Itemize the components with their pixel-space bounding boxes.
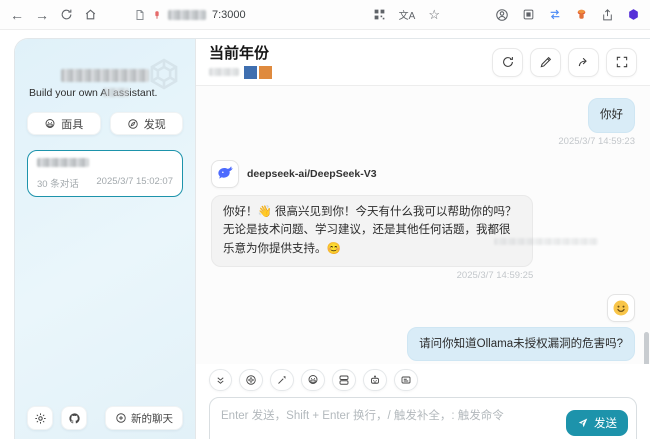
share-icon[interactable] [601,8,614,22]
chat-subtitle [209,65,272,79]
send-button-label: 发送 [594,415,617,431]
model-select-button[interactable] [363,369,387,391]
sidebar-bottom-bar: 新的聊天 [27,406,183,430]
composer-toolbar [209,369,637,391]
subtitle-orange-square [259,66,272,79]
mask-icon [44,118,56,130]
censored-url [168,10,206,20]
message-bubble[interactable]: 你好！👋 很高兴见到你！今天有什么我可以帮助你的吗？无论是技术问题、学习建议，还… [211,195,533,267]
page-icon [134,9,146,21]
chat-scrollbar-thumb[interactable] [644,332,649,364]
discover-icon [127,118,139,130]
translate-icon[interactable]: 文A [399,7,416,22]
screen: ← → 7:3000 文A ☆ [0,0,650,439]
magic-wand-icon [276,374,288,386]
theme-auto-icon [245,374,257,386]
share-arrow-icon [577,55,591,69]
deepseek-whale-icon [216,164,235,183]
smiley-emoji-icon [611,298,631,318]
prompt-button[interactable] [270,369,294,391]
masks-button[interactable] [301,369,325,391]
discover-button[interactable]: 发现 [110,112,184,135]
extension-icon[interactable] [522,8,535,21]
robot-icon [369,374,381,386]
chat-list-item-selected[interactable]: 30 条对话 2025/3/7 15:02:07 [27,150,183,197]
censored-subtitle-word [103,88,129,97]
home-icon[interactable] [84,8,97,21]
chat-item-time: 2025/3/7 15:02:07 [96,176,173,190]
message-bubble[interactable]: 请问你知道Ollama未授权漏洞的危害吗? [407,327,635,362]
refresh-icon [501,55,515,69]
message-timestamp: 2025/3/7 14:59:25 [457,270,534,281]
sidebar-subtitle: Build your own AI assistant. [29,87,183,99]
pencil-icon [539,55,553,69]
avatar [211,160,239,188]
fullscreen-button[interactable] [606,48,637,77]
new-chat-button[interactable]: 新的聊天 [105,406,183,430]
mask-icon [307,374,319,386]
message-user-2: 请问你知道Ollama未授权漏洞的危害吗? 2025/3/7 15:01:07 [211,294,635,365]
discover-button-label: 发现 [144,116,166,132]
chat-panel: 当前年份 [195,39,650,439]
shortcut-panel-icon [400,374,412,386]
rename-button[interactable] [530,48,561,77]
reload-chat-button[interactable] [492,48,523,77]
censored-app-title [61,69,149,82]
plus-circle-icon [115,412,127,424]
send-button[interactable]: 发送 [566,410,628,436]
new-chat-label: 新的聊天 [131,411,173,426]
nextchat-app: Build your own AI assistant. 面具 发现 30 条对… [14,38,650,439]
github-icon [68,412,81,425]
chat-header-actions [492,48,637,77]
profile-icon[interactable] [495,8,509,22]
chat-item-count: 30 条对话 [37,176,79,190]
mask-button-label: 面具 [61,116,83,132]
paper-plane-icon [577,417,589,429]
chat-title[interactable]: 当前年份 [209,45,272,63]
theme-button[interactable] [239,369,263,391]
message-bubble[interactable]: 你好 [588,98,635,133]
scroll-to-bottom-button[interactable] [209,369,232,391]
message-timestamp: 2025/3/7 14:59:23 [558,136,635,147]
sidebar: Build your own AI assistant. 面具 发现 30 条对… [15,39,195,439]
chevron-double-down-icon [215,375,226,386]
model-name: deepseek-ai/DeepSeek-V3 [247,168,377,180]
context-break-icon [338,374,350,386]
bookmark-star-icon[interactable]: ☆ [428,7,440,23]
back-icon[interactable]: ← [10,8,24,22]
input-area: 发送 [209,397,637,439]
shortcut-button[interactable] [394,369,418,391]
chat-header: 当前年份 [196,39,650,86]
export-button[interactable] [568,48,599,77]
vpn-extension-icon[interactable] [575,8,588,22]
user-emoji-avatar [607,294,635,322]
chat-message-list[interactable]: 你好 2025/3/7 14:59:23 deepseek-ai/Dee [196,86,650,364]
browser-action-icons: 文A ☆ [373,7,640,23]
reload-icon[interactable] [60,8,73,21]
pin-extension-icon [152,9,162,21]
mask-button[interactable]: 面具 [27,112,101,135]
gear-icon [34,412,47,425]
sync-arrows-icon[interactable] [548,8,562,21]
message-user-1: 你好 2025/3/7 14:59:23 [211,98,635,147]
composer: 发送 [196,364,650,439]
qr-code-icon[interactable] [373,8,386,21]
browser-toolbar: ← → 7:3000 文A ☆ [0,0,650,30]
url-port-text: 7:3000 [212,9,246,21]
subtitle-blue-square [244,66,257,79]
message-assistant-1: deepseek-ai/DeepSeek-V3 你好！👋 很高兴见到你！今天有什… [211,160,635,281]
settings-button[interactable] [27,406,53,430]
censored-hover-actions [494,238,598,245]
github-button[interactable] [61,406,87,430]
censored-chat-title [37,158,89,167]
censored-chat-subtitle [209,68,239,76]
purple-extension-icon[interactable] [627,8,640,21]
forward-icon[interactable]: → [35,8,49,22]
fullscreen-icon [615,55,629,69]
clear-context-button[interactable] [332,369,356,391]
address-bar[interactable]: 7:3000 [134,9,246,21]
